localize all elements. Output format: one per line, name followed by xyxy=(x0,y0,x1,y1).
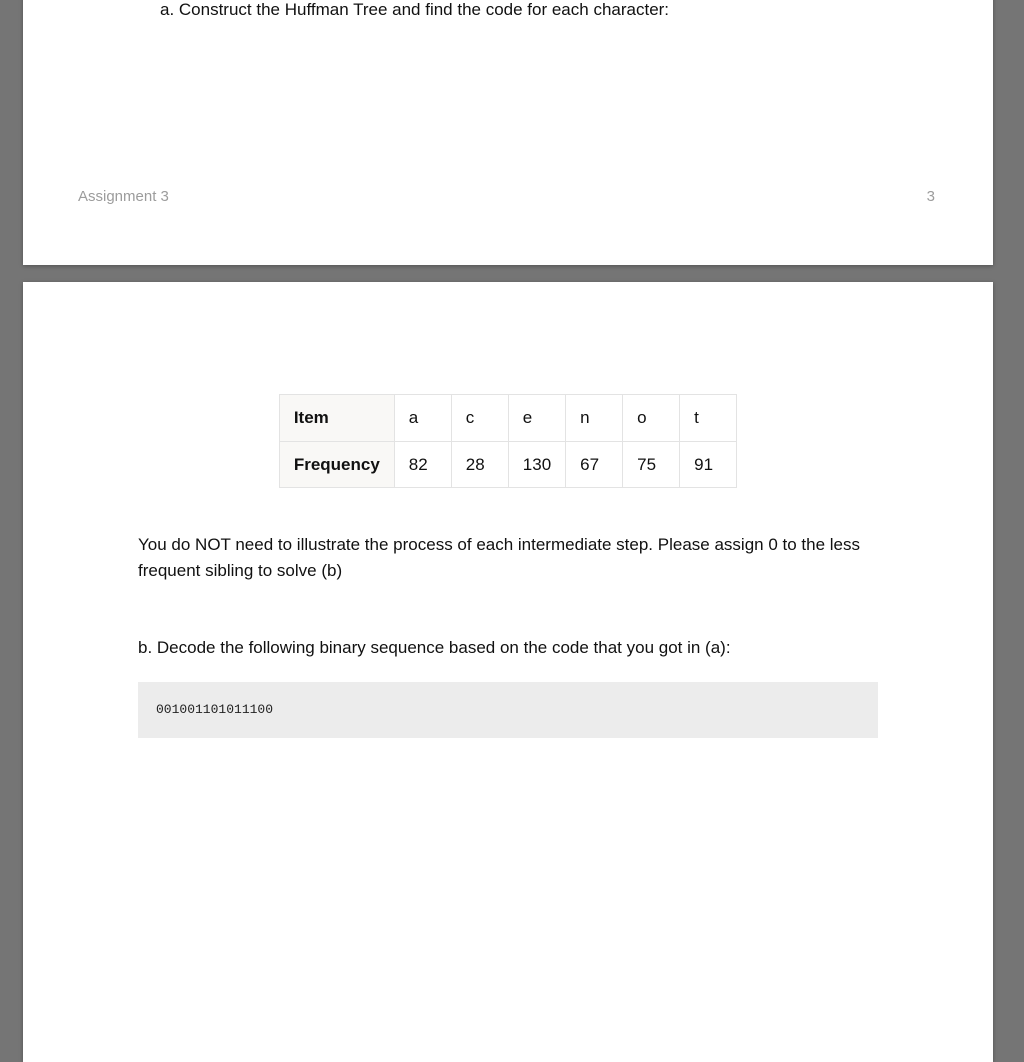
table-row: Item a c e n o t xyxy=(279,395,736,442)
col-header: e xyxy=(508,395,565,442)
freq-cell: 130 xyxy=(508,441,565,488)
frequency-table: Item a c e n o t Frequency 82 28 130 67 … xyxy=(279,394,737,488)
freq-cell: 28 xyxy=(451,441,508,488)
col-header: n xyxy=(566,395,623,442)
row-label-frequency: Frequency xyxy=(279,441,394,488)
document-page-2: Item a c e n o t Frequency 82 28 130 67 … xyxy=(23,282,993,1062)
page2-content: Item a c e n o t Frequency 82 28 130 67 … xyxy=(23,394,993,738)
col-header: t xyxy=(680,395,737,442)
col-header: o xyxy=(623,395,680,442)
frequency-table-wrap: Item a c e n o t Frequency 82 28 130 67 … xyxy=(138,394,878,488)
table-row: Frequency 82 28 130 67 75 91 xyxy=(279,441,736,488)
document-page-1: a. Construct the Huffman Tree and find t… xyxy=(23,0,993,265)
col-header: c xyxy=(451,395,508,442)
question-b-text: b. Decode the following binary sequence … xyxy=(138,635,878,661)
freq-cell: 75 xyxy=(623,441,680,488)
col-header: a xyxy=(394,395,451,442)
row-label-item: Item xyxy=(279,395,394,442)
page-footer-left: Assignment 3 xyxy=(78,188,169,205)
freq-cell: 82 xyxy=(394,441,451,488)
freq-cell: 67 xyxy=(566,441,623,488)
freq-cell: 91 xyxy=(680,441,737,488)
instruction-paragraph: You do NOT need to illustrate the proces… xyxy=(138,532,878,585)
question-a-text: a. Construct the Huffman Tree and find t… xyxy=(160,0,669,20)
page-footer-right: 3 xyxy=(927,188,935,205)
binary-code-block: 001001101011100 xyxy=(138,682,878,738)
